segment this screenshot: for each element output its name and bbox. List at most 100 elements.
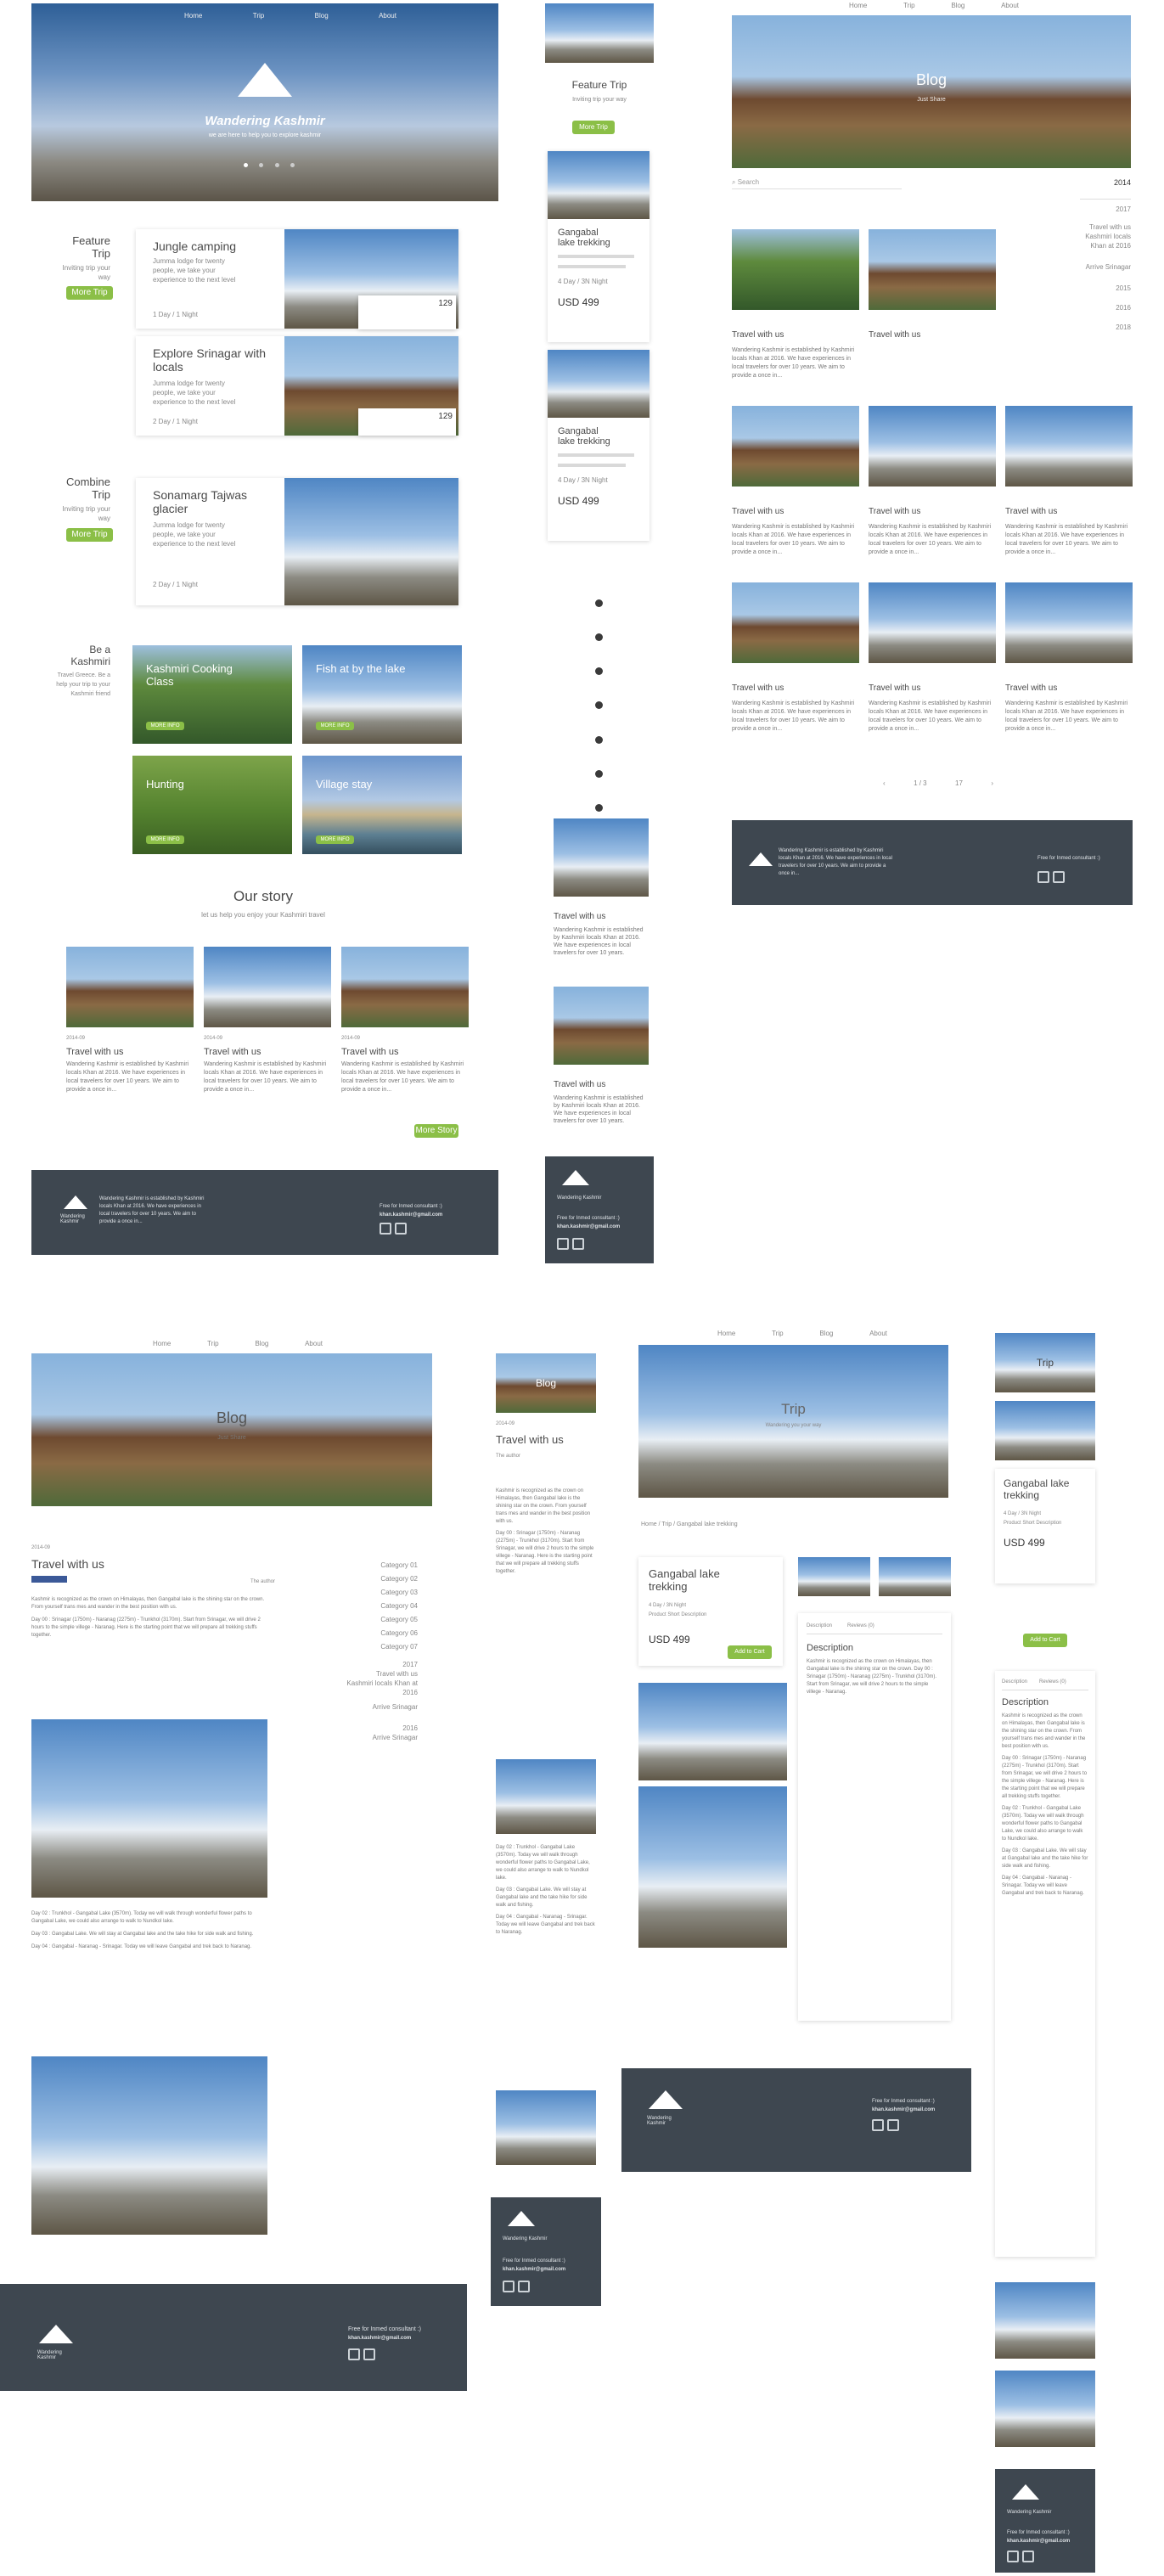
category-link[interactable]: Category 02 (357, 1574, 418, 1583)
twitter-icon[interactable] (1037, 871, 1049, 883)
tile-button[interactable]: MORE INFO (146, 722, 184, 730)
tab-description[interactable]: Description (1002, 1678, 1027, 1687)
category-link[interactable]: Category 06 (357, 1628, 418, 1638)
nav-trip[interactable]: Trip (903, 2, 914, 9)
post-card[interactable]: Travel with us Wandering Kashmir is estab… (1005, 582, 1133, 734)
pager-current[interactable]: 1 / 3 (914, 779, 927, 787)
tile-card[interactable]: Village stay MORE INFO (302, 756, 462, 854)
archive-year[interactable]: 2017 (340, 1660, 418, 1669)
facebook-icon[interactable] (1053, 871, 1065, 883)
category-link[interactable]: Category 01 (357, 1561, 418, 1570)
nav-trip[interactable]: Trip (207, 1340, 218, 1347)
tile-card[interactable]: Fish at by the lake MORE INFO (302, 645, 462, 744)
tile-card[interactable]: Kashmiri Cooking Class MORE INFO (132, 645, 292, 744)
tile-button[interactable]: MORE INFO (316, 835, 354, 844)
add-to-cart-button[interactable]: Add to Cart (728, 1645, 772, 1659)
footer-email[interactable]: khan.kashmir@gmail.com (1007, 2539, 1070, 2544)
breadcrumb[interactable]: Home / Trip / Gangabal lake trekking (641, 1520, 738, 1529)
nav-home[interactable]: Home (184, 12, 202, 20)
post-card[interactable]: Travel with us Wandering Kashmir is estab… (1005, 406, 1133, 557)
nav-trip[interactable]: Trip (772, 1330, 783, 1337)
twitter-icon[interactable] (1007, 2551, 1019, 2562)
blog-pager[interactable]: ‹ 1 / 3 17 › (883, 779, 993, 787)
twitter-icon[interactable] (503, 2281, 515, 2292)
tab-reviews[interactable]: Reviews (0) (1039, 1678, 1066, 1687)
nav-blog[interactable]: Blog (255, 1340, 268, 1347)
footer-email[interactable]: khan.kashmir@gmail.com (348, 2336, 411, 2341)
mobile-trip-card[interactable]: Gangabal lake trekking 4 Day / 3N Night … (548, 151, 649, 342)
hero-dots[interactable] (244, 163, 295, 167)
facebook-icon[interactable] (887, 2119, 899, 2131)
search-input[interactable]: Search (738, 178, 759, 186)
trip-gallery-image[interactable] (638, 1786, 787, 1948)
post-card[interactable]: 2014-09 Travel with us Wandering Kashmir… (204, 947, 331, 1094)
facebook-icon[interactable] (363, 2348, 375, 2360)
nav-about[interactable]: About (1001, 2, 1019, 9)
archive-item[interactable]: Arrive Srinagar (340, 1733, 418, 1742)
nav-home[interactable]: Home (849, 2, 867, 9)
nav-trip[interactable]: Trip (253, 12, 264, 20)
pager-prev-icon[interactable]: ‹ (883, 779, 886, 787)
more-story-button[interactable]: More Story (414, 1124, 458, 1138)
category-link[interactable]: Category 04 (357, 1601, 418, 1611)
twitter-icon[interactable] (872, 2119, 884, 2131)
post-card[interactable]: Travel with us Wandering Kashmir is estab… (732, 406, 859, 557)
archive-year[interactable]: 2016 (340, 1724, 418, 1733)
nav-home[interactable]: Home (153, 1340, 171, 1347)
facebook-icon[interactable] (395, 1223, 407, 1235)
post-card[interactable]: Travel with us Wandering Kashmir is estab… (869, 582, 996, 734)
pager-next-icon[interactable]: › (991, 779, 993, 787)
post-card[interactable]: Travel with us Wandering Kashmir is estab… (869, 406, 996, 557)
category-link[interactable]: Category 05 (357, 1615, 418, 1624)
twitter-icon[interactable] (348, 2348, 360, 2360)
category-link[interactable]: Category 07 (357, 1642, 418, 1651)
nav-about[interactable]: About (869, 1330, 887, 1337)
facebook-icon[interactable] (572, 1238, 584, 1250)
twitter-icon[interactable] (557, 1238, 569, 1250)
mobile-post[interactable]: Travel with us Wandering Kashmir is esta… (554, 987, 649, 1125)
footer-email[interactable]: khan.kashmir@gmail.com (380, 1212, 442, 1218)
footer-email[interactable]: khan.kashmir@gmail.com (557, 1224, 620, 1229)
trip-card[interactable]: Sonamarg Tajwas glacier Jumma lodge for … (136, 478, 458, 605)
footer-email[interactable]: khan.kashmir@gmail.com (503, 2267, 565, 2272)
combine-more-button[interactable]: More Trip (66, 528, 113, 542)
nav-home[interactable]: Home (717, 1330, 735, 1337)
category-link[interactable]: Category 03 (357, 1588, 418, 1597)
trip-thumb[interactable] (798, 1557, 870, 1596)
mobile-add-to-cart-button[interactable]: Add to Cart (1023, 1634, 1067, 1647)
post-card[interactable]: 2014-09 Travel with us Wandering Kashmir… (341, 947, 469, 1094)
mobile-pager-dots[interactable] (595, 599, 603, 812)
mobile-detail-thumb[interactable] (995, 1401, 1095, 1460)
mobile-trip-card[interactable]: Gangabal lake trekking 4 Day / 3N Night … (548, 350, 649, 541)
archive-year[interactable]: 2014 (1080, 178, 1131, 187)
nav-blog[interactable]: Blog (951, 2, 964, 9)
archive-item[interactable]: Kashmiri locals Khan at 2016 (340, 1679, 418, 1697)
nav-blog[interactable]: Blog (315, 12, 329, 20)
trip-thumb[interactable] (879, 1557, 951, 1596)
mobile-more-button[interactable]: More Trip (572, 121, 615, 134)
mobile-detail-image[interactable] (995, 2282, 1095, 2359)
post-card[interactable]: Travel with us Wandering Kashmir is estab… (732, 582, 859, 734)
twitter-icon[interactable] (380, 1223, 391, 1235)
blog-search[interactable]: ⌕ Search (732, 178, 902, 189)
tile-button[interactable]: MORE INFO (316, 722, 354, 730)
mobile-post[interactable]: Travel with us Wandering Kashmir is esta… (554, 818, 649, 957)
footer-email[interactable]: khan.kashmir@gmail.com (872, 2107, 935, 2112)
trip-gallery-image[interactable] (638, 1683, 787, 1780)
tile-button[interactable]: MORE INFO (146, 835, 184, 844)
trip-card[interactable]: Explore Srinagar with locals Jumma lodge… (136, 336, 458, 436)
tab-description[interactable]: Description (807, 1622, 832, 1631)
post-card[interactable]: Travel with us (869, 229, 996, 380)
pager-last[interactable]: 17 (955, 779, 963, 787)
nav-about[interactable]: About (379, 12, 396, 20)
facebook-icon[interactable] (518, 2281, 530, 2292)
facebook-icon[interactable] (1022, 2551, 1034, 2562)
article-share[interactable] (31, 1576, 67, 1583)
nav-blog[interactable]: Blog (819, 1330, 833, 1337)
archive-year[interactable]: 2017 (1080, 205, 1131, 214)
tab-reviews[interactable]: Reviews (0) (847, 1622, 874, 1631)
tile-card[interactable]: Hunting MORE INFO (132, 756, 292, 854)
post-card[interactable]: 2014-09 Travel with us Wandering Kashmir… (66, 947, 194, 1094)
nav-about[interactable]: About (305, 1340, 323, 1347)
archive-item[interactable]: Arrive Srinagar (340, 1702, 418, 1712)
